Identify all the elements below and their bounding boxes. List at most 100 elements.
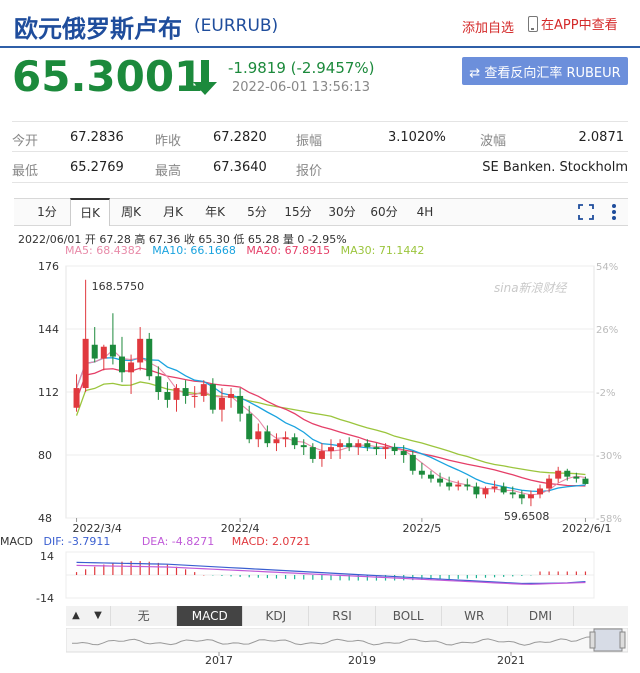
stat-value: 67.2836: [70, 130, 124, 145]
candle-body: [491, 486, 498, 489]
macd-tick-label: -14: [36, 592, 54, 604]
stat-label: 波幅: [480, 134, 507, 149]
view-in-app-link[interactable]: 在APP中查看: [528, 14, 618, 33]
macd-title: MACD: [0, 535, 33, 548]
candle-body: [482, 488, 489, 495]
indicator-kdj[interactable]: KDJ: [243, 606, 310, 626]
macd-bar: [112, 562, 114, 575]
macd-bar: [294, 575, 296, 580]
tab-weekly-k[interactable]: 周K: [114, 199, 148, 225]
overview-label: 2021: [497, 654, 525, 667]
stat-value: 3.1020%: [388, 130, 446, 145]
indicator-tabs: ▲ ▼ 无 MACD KDJ RSI BOLL WR DMI: [66, 606, 628, 626]
arrow-up-icon[interactable]: ▲: [66, 606, 86, 626]
indicator-rsi[interactable]: RSI: [309, 606, 376, 626]
indicator-none[interactable]: 无: [111, 606, 178, 626]
macd-bar: [266, 575, 268, 579]
candle-body: [73, 388, 80, 408]
macd-bar: [484, 575, 487, 578]
overview-navigator[interactable]: 2017 2019 2021: [66, 628, 628, 668]
pct-tick-label: 26%: [596, 325, 618, 336]
candle-body: [228, 393, 235, 398]
overview-frame: [66, 628, 628, 653]
candle-body: [455, 484, 462, 487]
tab-monthly-k[interactable]: 月K: [156, 199, 190, 225]
candle-body: [509, 492, 516, 495]
candle-body: [255, 431, 262, 440]
macd-bar: [493, 575, 496, 578]
page-title: 欧元俄罗斯卢布: [14, 15, 182, 43]
macd-bar: [503, 575, 505, 577]
ma30-value: MA30: 71.1442: [340, 244, 425, 257]
candle-body: [82, 338, 89, 389]
tab-60min[interactable]: 60分: [366, 199, 402, 225]
candle-body: [282, 437, 289, 440]
candle-body: [373, 447, 380, 450]
candle-body: [264, 431, 271, 444]
tab-1min[interactable]: 1分: [30, 199, 64, 225]
candle-body: [527, 494, 534, 499]
stat-value: SE Banken. Stockholm: [482, 160, 628, 175]
candle-body: [391, 447, 398, 452]
price-change: -1.9819 (-2.9457%): [228, 59, 375, 77]
macd-bar: [275, 575, 278, 579]
candle-body: [146, 338, 153, 377]
indicator-boll[interactable]: BOLL: [375, 606, 442, 626]
macd-bar: [321, 575, 323, 581]
tab-daily-k[interactable]: 日K: [70, 198, 110, 226]
candle-body: [137, 338, 144, 363]
macd-bar: [75, 572, 78, 575]
macd-bar: [539, 571, 541, 575]
arrow-down-small-icon[interactable]: ▼: [88, 606, 108, 626]
macd-bar: [548, 571, 550, 575]
more-options-icon[interactable]: [606, 203, 622, 221]
tab-5min[interactable]: 5分: [240, 199, 274, 225]
macd-bar: [521, 575, 523, 576]
candle-body: [100, 346, 107, 359]
tab-30min[interactable]: 30分: [324, 199, 360, 225]
candle-body: [300, 445, 307, 448]
y-tick-label: 48: [38, 512, 52, 525]
candle-body: [128, 362, 135, 373]
nav-arrows: ▲ ▼: [66, 606, 111, 626]
stat-label: 振幅: [296, 134, 323, 149]
reverse-rate-button[interactable]: ⇄ 查看反向汇率 RUBEUR: [462, 57, 628, 85]
macd-bar: [584, 571, 587, 575]
overview-handle: [593, 628, 623, 652]
tab-4h[interactable]: 4H: [410, 199, 440, 225]
candle-body: [518, 494, 525, 499]
macd-bar: [257, 575, 259, 578]
stat-value: 67.3640: [213, 160, 267, 175]
macd-bar: [512, 575, 514, 577]
macd-bar: [166, 564, 169, 575]
ma20-value: MA20: 67.8915: [246, 244, 331, 257]
view-in-app-label: 在APP中查看: [541, 18, 618, 33]
phone-icon: [528, 15, 538, 32]
candle-body: [537, 488, 544, 495]
candle-body: [500, 486, 507, 493]
stats-row-2: 最低 65.2769 最高 67.3640 报价 SE Banken. Stoc…: [12, 151, 628, 183]
y-tick-label: 80: [38, 449, 52, 462]
x-tick-label: 2022/4: [221, 522, 260, 535]
macd-bar: [566, 571, 568, 575]
macd-bar: [457, 575, 459, 579]
indicator-wr[interactable]: WR: [441, 606, 508, 626]
indicator-spacer: [573, 606, 628, 626]
candle-body: [246, 413, 253, 440]
fullscreen-icon[interactable]: [578, 204, 594, 220]
kline-chart[interactable]: sina新浪财经 176 54%144 26%112 -2%80 -30%48 -58%2…: [0, 258, 640, 538]
quote-time: 2022-06-01 13:56:13: [232, 80, 371, 95]
x-tick-label: 2022/6/1: [562, 522, 611, 535]
indicator-macd[interactable]: MACD: [177, 606, 244, 626]
candle-body: [473, 486, 480, 495]
macd-chart: 14 -14: [36, 550, 595, 604]
tab-15min[interactable]: 15分: [280, 199, 316, 225]
indicator-dmi[interactable]: DMI: [507, 606, 574, 626]
candle-body: [218, 397, 225, 410]
overview-grip-right: [619, 631, 626, 649]
candle-body: [382, 447, 389, 450]
candle-body: [318, 451, 325, 459]
macd-bar: [448, 575, 450, 580]
tab-yearly-k[interactable]: 年K: [198, 199, 232, 225]
add-favorite-link[interactable]: 添加自选: [462, 17, 514, 36]
